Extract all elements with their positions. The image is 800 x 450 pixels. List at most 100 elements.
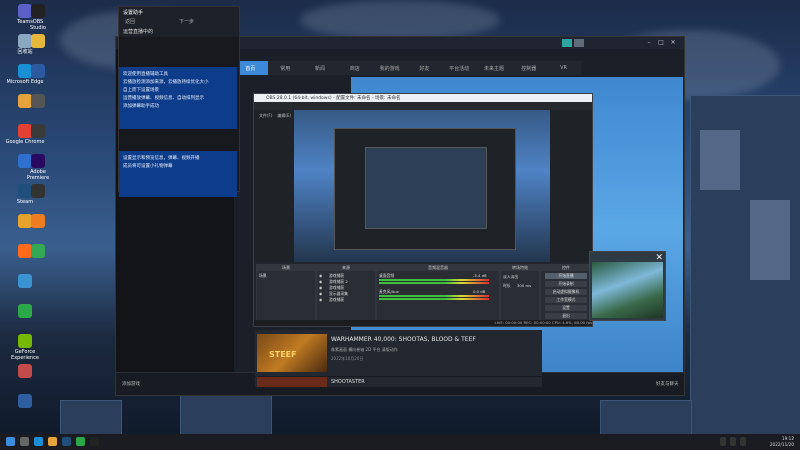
desktop-icon-area: Teams 回收站 Microsoft Edge Google Chrome Steam… <box>0 0 52 430</box>
popup-text-line: 云播放检测添加来源，云播放持续优化大小 <box>123 80 209 85</box>
control-button[interactable]: 开始直播 <box>545 273 587 279</box>
desktop-icon[interactable] <box>28 244 48 259</box>
desktop-icon[interactable] <box>28 124 48 139</box>
steam-icon[interactable] <box>62 437 71 446</box>
desktop-icon[interactable] <box>2 394 48 409</box>
desktop-icon-label: Microsoft Edge <box>6 79 44 85</box>
taskbar: 19:12 2022/11/20 <box>0 434 800 450</box>
nav-tab[interactable]: 新闻 <box>303 61 338 75</box>
game-thumbnail[interactable]: STEEF <box>257 334 327 372</box>
transitions-dock[interactable]: 转场特效 淡入淡出 时长 300 ms <box>500 264 540 322</box>
desktop-icon[interactable] <box>2 364 48 379</box>
game-title[interactable]: SHOOTASTER <box>331 379 365 385</box>
source-item[interactable]: 游戏捕获 <box>329 297 344 303</box>
nav-tab[interactable]: 控制器 <box>511 61 546 75</box>
desktop-icon[interactable] <box>2 274 48 289</box>
maximize-icon[interactable]: □ <box>656 39 666 47</box>
network-icon[interactable] <box>730 437 736 446</box>
app-icon <box>18 364 32 378</box>
game-title[interactable]: WARHAMMER 40,000: SHOOTAS, BLOOD & TEEF <box>331 336 476 343</box>
desktop-icon[interactable]: GeForce Experience <box>2 334 48 361</box>
search-icon[interactable] <box>20 437 29 446</box>
notification-icon[interactable] <box>574 39 584 47</box>
nested-obs-preview <box>334 128 516 250</box>
friends-chat-button[interactable]: 好友与聊天 <box>656 381 679 387</box>
obs-preview-canvas[interactable] <box>294 110 550 270</box>
desktop-icon[interactable] <box>28 94 48 109</box>
close-icon[interactable]: ✕ <box>668 39 678 47</box>
clock-date: 2022/11/20 <box>769 442 794 447</box>
obs-statusbar: LIVE: 00:00:00 REC: 00:00:00 CPU: 4.6%, … <box>254 320 592 326</box>
desktop-icon-label: 回收站 <box>17 49 33 55</box>
obs-window[interactable]: OBS 28.0.1 (64-bit, windows) - 配置文件: 未命名… <box>253 93 593 327</box>
clock[interactable]: 19:12 2022/11/20 <box>770 436 794 448</box>
back-button[interactable]: 返回 <box>125 18 135 25</box>
volume-icon[interactable] <box>740 437 746 446</box>
control-button[interactable]: 启动虚拟摄像机 <box>545 289 587 295</box>
eye-icon[interactable]: ◉ <box>319 291 322 296</box>
transition-select[interactable]: 淡入淡出 <box>503 274 518 280</box>
tray-icon[interactable] <box>720 437 726 446</box>
audio-mixer-dock[interactable]: 音频混音器 桌面音频 -5.4 dB 麦克风/Aux 0.0 dB <box>376 264 500 322</box>
desktop-icon[interactable]: Adobe Premiere <box>27 154 49 181</box>
app-icon <box>31 64 45 78</box>
controls-dock[interactable]: 控件 开始直播 开始录制 启动虚拟摄像机 工作室模式 设置 退出 <box>540 264 592 322</box>
popup-text-line: 运营播放弹幕、视频信息、自动排列显示 <box>123 96 204 101</box>
next-button[interactable]: 下一步 <box>179 18 194 25</box>
start-icon[interactable] <box>6 437 15 446</box>
app-icon <box>31 214 45 228</box>
obs-title-text: OBS 28.0.1 (64-bit, windows) - 配置文件: 未命名… <box>266 96 401 101</box>
nav-tab[interactable]: VR <box>546 61 581 75</box>
nav-tab[interactable]: 常用 <box>268 61 303 75</box>
desktop-icon[interactable] <box>28 34 48 49</box>
friends-status-icon[interactable] <box>562 39 572 47</box>
floating-preview-window[interactable]: ✕ <box>589 251 666 321</box>
obs-menu-item[interactable]: 文件(F) <box>259 113 272 118</box>
nav-tab[interactable]: 未来主题 <box>477 61 512 75</box>
obs-menu-item[interactable]: 编辑(E) <box>277 113 291 118</box>
nav-tab[interactable]: 我的游戏 <box>372 61 407 75</box>
duration-input[interactable]: 300 ms <box>517 283 531 288</box>
popup-text-line: 自上而下设置场景 <box>123 88 159 93</box>
edge-icon[interactable] <box>34 437 43 446</box>
add-game-button[interactable]: 添加游戏 <box>122 381 140 387</box>
sources-dock[interactable]: 来源 游戏捕获 ◉ 游戏捕获 2 ◉ 游戏捕获 ◉ 显示器采集 ◉ 游戏捕获 ◉ <box>316 264 376 322</box>
desktop-icon[interactable]: OBS Studio <box>28 4 48 31</box>
desktop-icon[interactable] <box>2 304 48 319</box>
eye-icon[interactable]: ◉ <box>319 285 322 290</box>
desktop-icon[interactable] <box>28 184 48 199</box>
explorer-icon[interactable] <box>48 437 57 446</box>
mixer-channel-db: -5.4 dB <box>473 273 487 278</box>
obs-docks: 场景 场景 来源 游戏捕获 ◉ 游戏捕获 2 ◉ 游戏捕获 ◉ 显示器采集 ◉ 游戏捕获 ◉ 音频… <box>254 262 592 326</box>
control-button[interactable]: 工作室模式 <box>545 297 587 303</box>
control-button[interactable]: 设置 <box>545 305 587 311</box>
popup-text-line: 欢迎使用直播辅助工具 <box>123 72 168 77</box>
nav-tab[interactable]: 平台活动 <box>442 61 477 75</box>
control-button[interactable]: 开始录制 <box>545 281 587 287</box>
obs-menubar: 文件(F)编辑(E)视图(V)停靠窗口(D)配置文件(P)场景集合(S)工具(T… <box>254 102 592 118</box>
desktop-icon-label: Steam <box>16 199 34 205</box>
obs-icon[interactable] <box>90 437 99 446</box>
desktop-icon[interactable] <box>28 64 48 79</box>
minimize-icon[interactable]: – <box>644 39 654 47</box>
nav-tab[interactable]: 好友 <box>407 61 442 75</box>
game-card[interactable]: STEEF WARHAMMER 40,000: SHOOTAS, BLOOD &… <box>255 330 542 376</box>
audio-meter <box>379 279 489 281</box>
obs-titlebar[interactable]: OBS 28.0.1 (64-bit, windows) - 配置文件: 未命名… <box>254 94 592 102</box>
duration-label: 时长 <box>503 283 511 288</box>
game-card-next[interactable]: SHOOTASTER <box>255 377 542 387</box>
wechat-icon[interactable] <box>76 437 85 446</box>
popup-text-line: 成员将可设置小礼物弹幕 <box>123 164 173 169</box>
game-thumbnail[interactable] <box>257 377 327 387</box>
eye-icon[interactable]: ◉ <box>319 279 322 284</box>
game-tags: 像素画面 横向卷轴 2D 平台 清版动作 <box>331 347 398 352</box>
scenes-dock[interactable]: 场景 场景 <box>256 264 316 322</box>
eye-icon[interactable]: ◉ <box>319 297 322 302</box>
audio-meter <box>379 282 489 284</box>
scene-item[interactable]: 场景 <box>259 273 267 279</box>
desktop-icon-label: GeForce Experience <box>11 349 39 361</box>
eye-icon[interactable]: ◉ <box>319 273 322 278</box>
control-button[interactable]: 退出 <box>545 313 587 319</box>
desktop-icon[interactable] <box>28 214 48 229</box>
nav-tab[interactable]: 商店 <box>337 61 372 75</box>
